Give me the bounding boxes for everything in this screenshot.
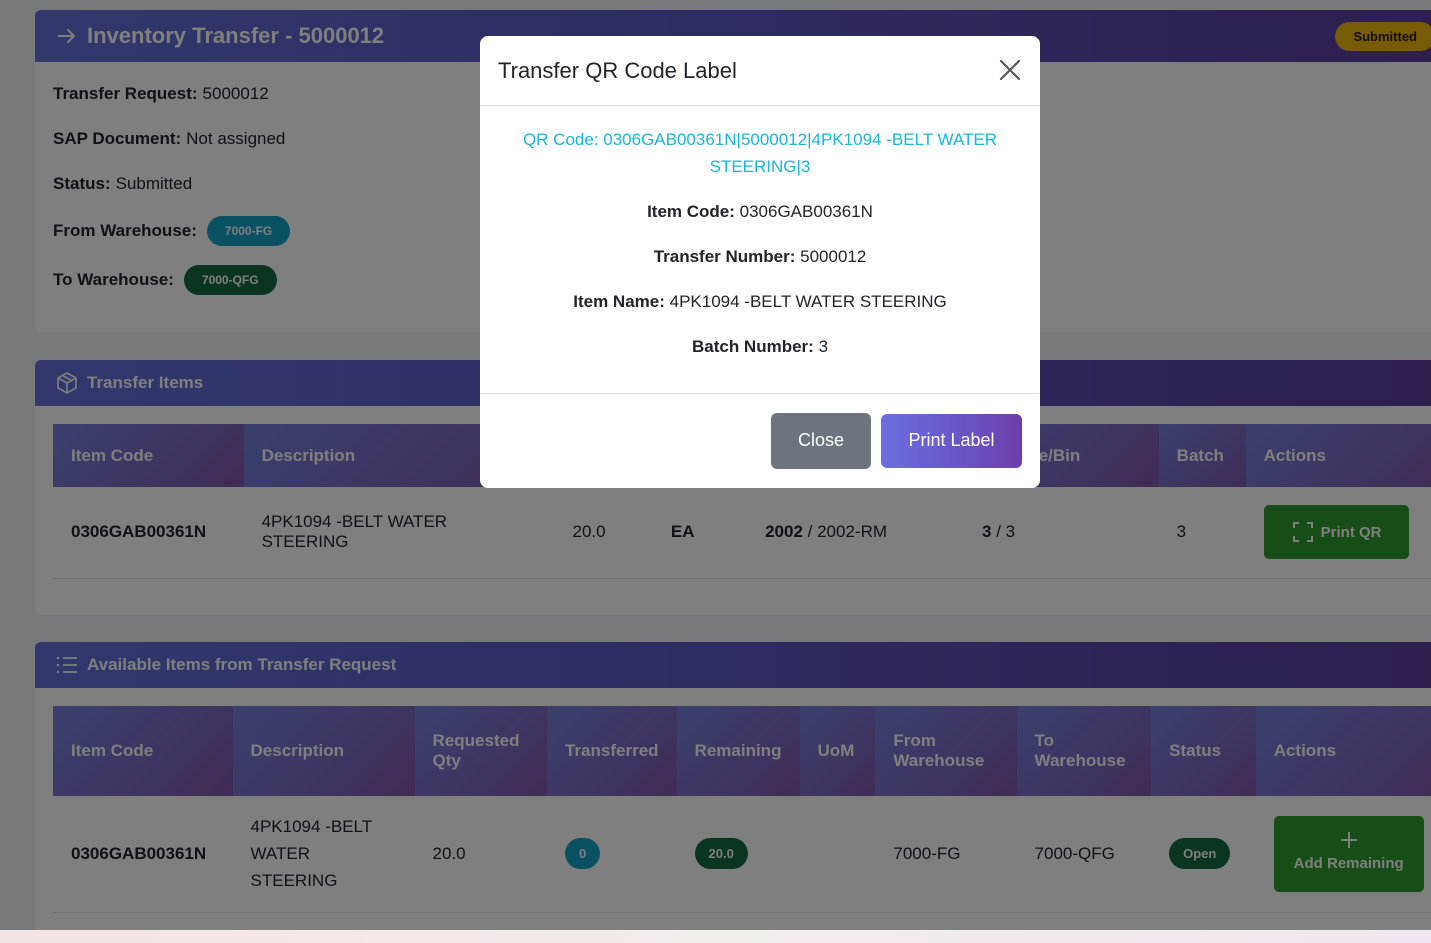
modal-header: Transfer QR Code Label: [480, 36, 1040, 106]
batch-number-label: Batch Number:: [691, 337, 814, 356]
qr-code-text: QR Code: 0306GAB00361N|5000012|4PK1094 -…: [522, 130, 998, 176]
print-label-button[interactable]: Print Label: [881, 413, 1022, 468]
batch-number-row: Batch Number: 3: [480, 333, 1040, 360]
close-icon[interactable]: [996, 56, 1024, 84]
qr-label-modal: Transfer QR Code Label QR Code: 0306GAB0…: [480, 36, 1040, 488]
taskbar: [0, 930, 1431, 943]
page: Inventory Transfer - 5000012 Submitted T…: [0, 0, 1431, 943]
transfer-number-label: Transfer Number:: [653, 247, 796, 266]
modal-title: Transfer QR Code Label: [498, 57, 737, 83]
close-button[interactable]: Close: [771, 412, 871, 469]
item-code-value: 0306GAB00361N: [739, 202, 873, 221]
modal-body: QR Code: 0306GAB00361N|5000012|4PK1094 -…: [480, 106, 1040, 394]
item-code-row: Item Code: 0306GAB00361N: [480, 198, 1040, 225]
item-name-row: Item Name: 4PK1094 -BELT WATER STEERING: [480, 288, 1040, 315]
item-name-value: 4PK1094 -BELT WATER STEERING: [669, 292, 947, 311]
item-code-label: Item Code:: [647, 202, 735, 221]
item-name-label: Item Name:: [573, 292, 665, 311]
transfer-number-value: 5000012: [800, 247, 867, 266]
transfer-number-row: Transfer Number: 5000012: [480, 243, 1040, 270]
batch-number-value: 3: [818, 337, 829, 356]
modal-footer: Close Print Label: [480, 394, 1040, 487]
